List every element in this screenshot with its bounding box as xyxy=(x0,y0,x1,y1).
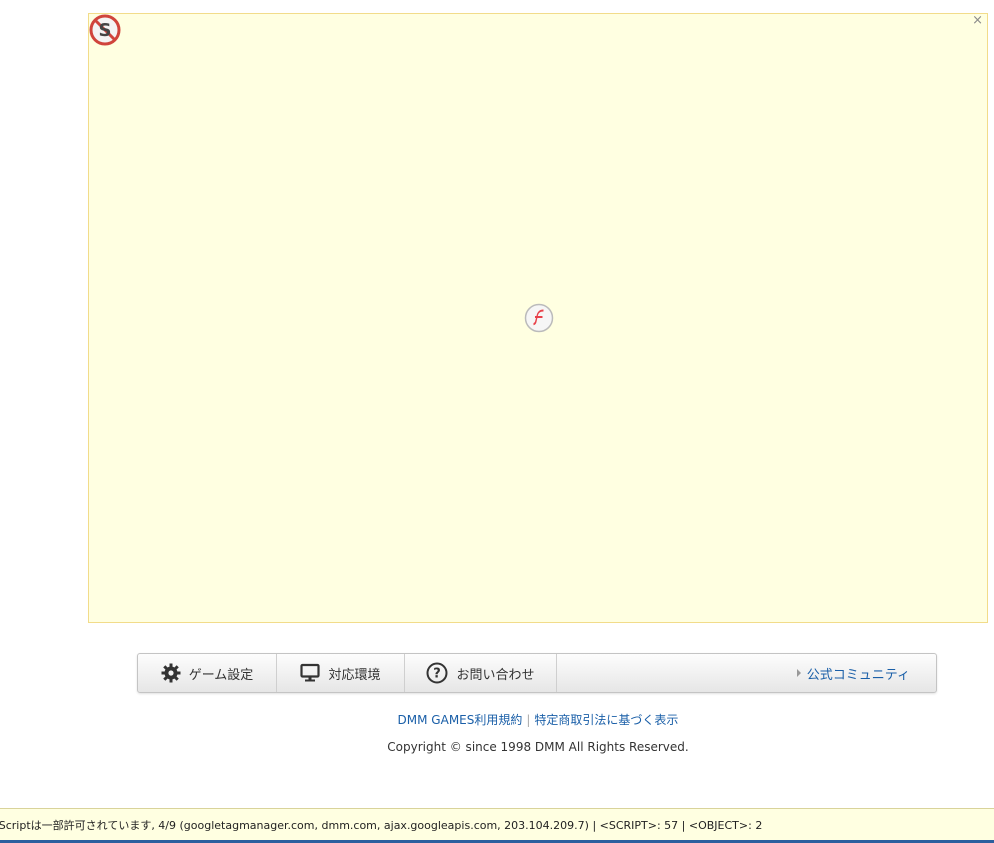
noscript-status-bar[interactable]: aScriptは一部許可されています, 4/9 (googletagmanage… xyxy=(0,808,994,840)
game-toolbar: ゲーム設定 対応環境 ? お問い合わせ 公式コミュニティ xyxy=(137,653,937,693)
community-link[interactable]: 公式コミュニティ xyxy=(796,654,936,692)
game-settings-label: ゲーム設定 xyxy=(188,667,254,683)
question-circle-icon: ? xyxy=(426,662,448,684)
close-icon[interactable]: × xyxy=(972,13,983,28)
svg-text:S: S xyxy=(99,20,112,41)
flash-plugin-icon[interactable] xyxy=(524,303,554,333)
noscript-icon[interactable]: S xyxy=(89,14,121,46)
status-text: aScriptは一部許可されています, 4/9 (googletagmanage… xyxy=(0,818,763,832)
commerce-law-link[interactable]: 特定商取引法に基づく表示 xyxy=(534,713,678,727)
footer-separator: | xyxy=(526,713,531,727)
contact-label: お問い合わせ xyxy=(456,667,535,683)
contact-button[interactable]: ? お問い合わせ xyxy=(405,654,557,692)
community-label: 公式コミュニティ xyxy=(806,667,910,683)
footer-links: DMM GAMES利用規約 | 特定商取引法に基づく表示 xyxy=(0,711,994,728)
copyright-text: Copyright © since 1998 DMM All Rights Re… xyxy=(387,740,689,754)
flash-placeholder[interactable]: S × xyxy=(88,13,988,623)
gear-icon xyxy=(161,663,181,683)
game-settings-button[interactable]: ゲーム設定 xyxy=(138,654,277,692)
monitor-icon xyxy=(300,663,321,683)
environment-button[interactable]: 対応環境 xyxy=(277,654,405,692)
environment-label: 対応環境 xyxy=(328,667,381,683)
svg-text:?: ? xyxy=(434,667,442,682)
triangle-right-icon xyxy=(796,669,801,677)
terms-link[interactable]: DMM GAMES利用規約 xyxy=(398,713,523,727)
